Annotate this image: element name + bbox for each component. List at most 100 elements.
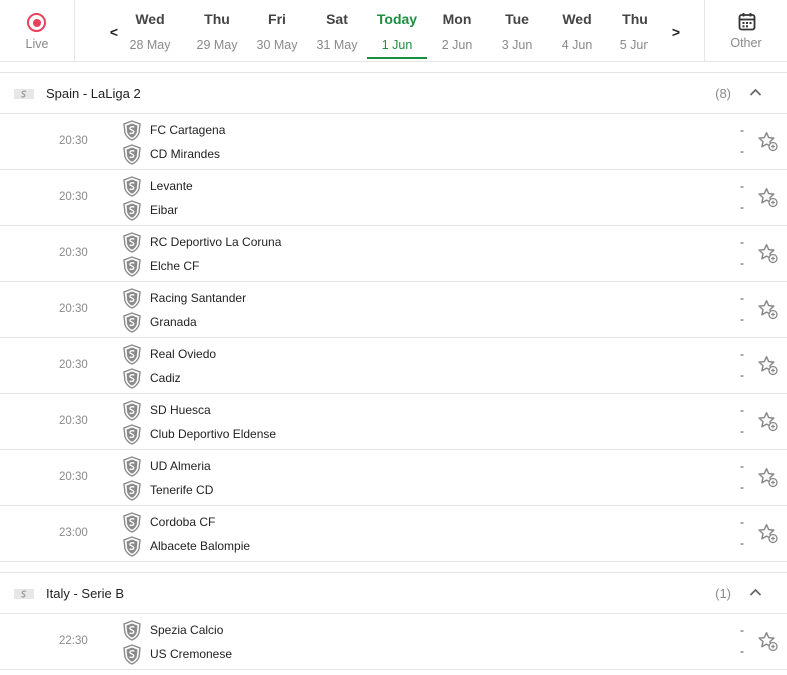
team-crest-icon — [123, 232, 141, 253]
calendar-icon — [738, 13, 756, 31]
match-row[interactable]: 20:30 Levante Eibar - - — [0, 170, 787, 226]
star-add-icon[interactable] — [757, 411, 778, 432]
date-navigation-bar: Live < Wed 28 May Thu 29 May Fri 30 May … — [0, 0, 787, 62]
away-score: - — [740, 480, 744, 494]
home-score: - — [740, 235, 744, 249]
away-score: - — [740, 368, 744, 382]
day-name: Tue — [505, 11, 529, 27]
home-team-name: RC Deportivo La Coruna — [150, 235, 282, 249]
away-team-name: Elche CF — [150, 259, 200, 273]
day-tab[interactable]: Mon 2 Jun — [427, 0, 487, 59]
day-name: Wed — [135, 11, 165, 27]
team-crest-icon — [123, 200, 141, 221]
match-time: 22:30 — [59, 635, 88, 647]
next-days-arrow[interactable]: > — [668, 24, 684, 40]
team-crest-icon — [123, 480, 141, 501]
away-score: - — [740, 536, 744, 550]
day-tab[interactable]: Wed 28 May — [127, 0, 180, 59]
match-row[interactable]: 20:30 Racing Santander Granada - - — [0, 282, 787, 338]
home-team-name: FC Cartagena — [150, 123, 226, 137]
home-score: - — [740, 403, 744, 417]
match-row[interactable]: 20:30 SD Huesca Club Deportivo Eldense -… — [0, 394, 787, 450]
match-row[interactable]: 22:30 Spezia Calcio US Cremonese - - — [0, 614, 787, 670]
league-header[interactable]: Italy - Serie B (1) — [0, 572, 787, 614]
team-crest-icon — [123, 512, 141, 533]
star-add-icon[interactable] — [757, 631, 778, 652]
live-label: Live — [25, 37, 49, 51]
team-crest-icon — [123, 368, 141, 389]
match-row[interactable]: 20:30 UD Almeria Tenerife CD - - — [0, 450, 787, 506]
match-time: 20:30 — [59, 303, 88, 315]
chevron-up-icon[interactable] — [749, 86, 762, 99]
day-tab-today[interactable]: Today 1 Jun — [367, 0, 427, 59]
home-team-name: Cordoba CF — [150, 515, 216, 529]
day-date: 5 Jun — [619, 38, 648, 52]
match-time: 20:30 — [59, 135, 88, 147]
league-match-count: (1) — [715, 586, 731, 601]
league-name: Spain - LaLiga 2 — [46, 86, 141, 101]
home-score: - — [740, 347, 744, 361]
away-team-name: Granada — [150, 315, 197, 329]
team-crest-icon — [123, 344, 141, 365]
day-tab[interactable]: Wed 4 Jun — [547, 0, 607, 59]
match-row[interactable]: 20:30 RC Deportivo La Coruna Elche CF - … — [0, 226, 787, 282]
home-score: - — [740, 623, 744, 637]
match-time: 20:30 — [59, 247, 88, 259]
day-name: Thu — [204, 11, 230, 27]
match-time: 20:30 — [59, 191, 88, 203]
day-tab[interactable]: Thu 5 Jun — [605, 0, 648, 59]
star-add-icon[interactable] — [757, 467, 778, 488]
day-name: Sat — [326, 11, 348, 27]
match-time: 23:00 — [59, 527, 88, 539]
prev-days-arrow[interactable]: < — [106, 24, 122, 40]
flag-icon — [14, 89, 34, 99]
team-crest-icon — [123, 176, 141, 197]
team-crest-icon — [123, 644, 141, 665]
day-date: 2 Jun — [441, 38, 473, 52]
day-tab[interactable]: Sat 31 May — [307, 0, 367, 59]
away-team-name: Club Deportivo Eldense — [150, 427, 277, 441]
day-name: Today — [376, 11, 418, 27]
home-team-name: SD Huesca — [150, 403, 211, 417]
day-date: 3 Jun — [501, 38, 533, 52]
home-score: - — [740, 179, 744, 193]
star-add-icon[interactable] — [757, 187, 778, 208]
day-tab[interactable]: Tue 3 Jun — [487, 0, 547, 59]
chevron-up-icon[interactable] — [749, 586, 762, 599]
home-score: - — [740, 459, 744, 473]
star-add-icon[interactable] — [757, 243, 778, 264]
match-row[interactable]: 20:30 Real Oviedo Cadiz - - — [0, 338, 787, 394]
star-add-icon[interactable] — [757, 355, 778, 376]
team-crest-icon — [123, 424, 141, 445]
day-name: Mon — [442, 11, 472, 27]
away-score: - — [740, 644, 744, 658]
match-time: 20:30 — [59, 359, 88, 371]
away-team-name: Eibar — [150, 203, 179, 217]
star-add-icon[interactable] — [757, 299, 778, 320]
day-date: 28 May — [129, 38, 171, 52]
match-list: Spain - LaLiga 2 (8) 20:30 FC Cartagena … — [0, 72, 787, 670]
home-score: - — [740, 123, 744, 137]
day-tab[interactable]: Fri 30 May — [247, 0, 307, 59]
day-tab[interactable]: Thu 29 May — [187, 0, 247, 59]
home-score: - — [740, 515, 744, 529]
away-score: - — [740, 424, 744, 438]
day-name: Fri — [268, 11, 286, 27]
team-crest-icon — [123, 312, 141, 333]
league-match-count: (8) — [715, 86, 731, 101]
team-crest-icon — [123, 144, 141, 165]
star-add-icon[interactable] — [757, 131, 778, 152]
league-name: Italy - Serie B — [46, 586, 125, 601]
away-team-name: Albacete Balompie — [150, 539, 251, 553]
league-header[interactable]: Spain - LaLiga 2 (8) — [0, 72, 787, 114]
match-row[interactable]: 23:00 Cordoba CF Albacete Balompie - - — [0, 506, 787, 562]
team-crest-icon — [123, 456, 141, 477]
team-crest-icon — [123, 536, 141, 557]
star-add-icon[interactable] — [757, 523, 778, 544]
home-team-name: Racing Santander — [150, 291, 247, 305]
live-button[interactable]: Live — [0, 0, 74, 62]
flag-icon — [14, 589, 34, 599]
day-date: 4 Jun — [561, 38, 593, 52]
match-row[interactable]: 20:30 FC Cartagena CD Mirandes - - — [0, 114, 787, 170]
other-date-button[interactable]: Other — [705, 0, 787, 62]
